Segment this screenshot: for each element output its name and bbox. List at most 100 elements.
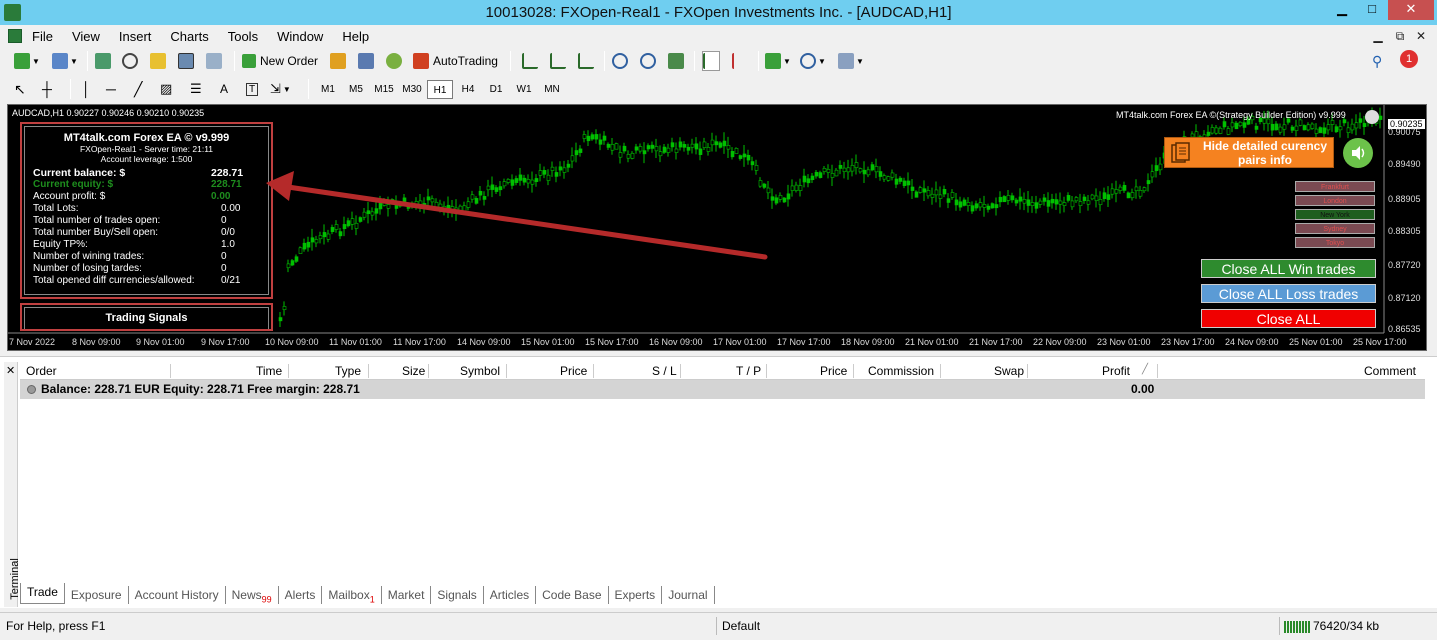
tab-alerts[interactable]: Alerts [279,586,323,604]
metaeditor-button[interactable] [330,51,346,71]
col-comment[interactable]: Comment [1364,364,1416,378]
fibonacci-icon: ☰ [190,81,202,96]
tab-market[interactable]: Market [382,586,432,604]
tab-trade[interactable]: Trade [20,583,65,604]
profiles-button[interactable]: ▼ [52,51,78,71]
tab-signals[interactable]: Signals [431,586,484,604]
periods-button[interactable]: ▼ [800,51,826,71]
chart-shift-button[interactable] [702,51,720,71]
col-swap[interactable]: Swap [994,364,1024,378]
minimize-button[interactable]: ▁ [1328,0,1356,20]
autoscroll-button[interactable] [732,51,748,71]
tab-label: Signals [437,588,477,602]
tf-w1[interactable]: W1 [511,80,537,99]
col-commission[interactable]: Commission [868,364,934,378]
mdi-restore-button[interactable]: ⧉ [1392,29,1408,43]
tile-windows-button[interactable] [668,51,684,71]
search-button[interactable]: ⚲ [1372,51,1382,71]
horizontal-line-button[interactable]: ─ [106,79,116,99]
col-close-price[interactable]: Price [820,364,847,378]
templates-button[interactable]: ▼ [838,51,864,71]
tf-m30[interactable]: M30 [399,80,425,99]
price-label: 0.89490 [1388,159,1421,169]
terminal-close-icon[interactable]: ✕ [6,364,15,377]
data-window-button[interactable] [122,51,138,71]
tab-journal[interactable]: Journal [662,586,715,604]
tab-articles[interactable]: Articles [484,586,537,604]
vertical-line-icon: │ [82,81,91,97]
time-label: 17 Nov 17:00 [777,337,831,347]
time-label: 25 Nov 01:00 [1289,337,1343,347]
mdi-close-button[interactable]: ✕ [1413,29,1429,43]
tab-mailbox[interactable]: Mailbox1 [322,586,382,604]
document-icon[interactable] [8,29,22,43]
tab-code-base[interactable]: Code Base [536,586,609,604]
navigator-button[interactable] [150,51,166,71]
shapes-button[interactable]: ⇲ ▼ [270,79,291,99]
col-type[interactable]: Type [335,364,361,378]
menu-window[interactable]: Window [277,29,323,44]
col-symbol[interactable]: Symbol [460,364,500,378]
text-label-button[interactable]: T [246,79,259,99]
tester-button[interactable] [206,51,222,71]
tab-account-history[interactable]: Account History [129,586,226,604]
col-sl[interactable]: S / L [652,364,677,378]
tab-exposure[interactable]: Exposure [65,586,129,604]
notifications-button[interactable]: 1 [1400,49,1418,69]
tf-d1[interactable]: D1 [483,80,509,99]
tf-m1[interactable]: M1 [315,80,341,99]
sound-toggle-button[interactable] [1343,138,1373,168]
zoom-in-button[interactable] [612,51,628,71]
tab-news[interactable]: News99 [226,586,279,604]
autotrading-button[interactable]: AutoTrading [413,51,498,71]
crosshair-button[interactable]: ┼ [42,79,52,99]
tf-mn[interactable]: MN [539,80,565,99]
menu-view[interactable]: View [72,29,100,44]
tf-h1[interactable]: H1 [427,80,453,99]
hide-info-button[interactable]: Hide detailed curency pairs info [1164,137,1334,168]
fibonacci-button[interactable]: ☰ [190,79,202,99]
col-profit[interactable]: Profit [1102,364,1130,378]
tf-h4[interactable]: H4 [455,80,481,99]
menu-help[interactable]: Help [342,29,369,44]
market-watch-button[interactable] [95,51,111,71]
col-order[interactable]: Order [26,364,57,378]
market-button[interactable] [386,51,402,71]
bar-chart-button[interactable] [522,51,538,71]
tf-m15[interactable]: M15 [371,80,397,99]
signals-button[interactable] [358,51,374,71]
cursor-button[interactable]: ↖ [14,79,26,99]
new-chart-button[interactable]: ▼ [14,51,40,71]
indicators-button[interactable]: ▼ [765,51,791,71]
balance-row[interactable]: Balance: 228.71 EUR Equity: 228.71 Free … [20,380,1425,399]
tf-m5[interactable]: M5 [343,80,369,99]
close-button[interactable]: ✕ [1388,0,1434,20]
zoom-out-button[interactable] [640,51,656,71]
menu-insert[interactable]: Insert [119,29,152,44]
close-loss-trades-button[interactable]: Close ALL Loss trades [1201,284,1376,303]
close-all-button[interactable]: Close ALL [1201,309,1376,328]
col-time[interactable]: Time [256,364,282,378]
menu-charts[interactable]: Charts [170,29,208,44]
col-tp[interactable]: T / P [736,364,761,378]
terminal-button[interactable] [178,51,194,71]
candlestick-button[interactable] [550,51,566,71]
close-win-trades-button[interactable]: Close ALL Win trades [1201,259,1376,278]
col-price[interactable]: Price [560,364,587,378]
col-size[interactable]: Size [402,364,425,378]
channel-button[interactable]: ▨ [160,79,172,99]
text-button[interactable]: A [220,79,228,99]
maximize-button[interactable]: □ [1358,0,1386,20]
menu-tools[interactable]: Tools [228,29,258,44]
time-label: 18 Nov 09:00 [841,337,895,347]
price-chart[interactable]: AUDCAD,H1 0.90227 0.90246 0.90210 0.9023… [7,104,1427,351]
menu-file[interactable]: File [32,29,53,44]
mdi-minimize-button[interactable]: ▁ [1370,29,1386,43]
time-label: 21 Nov 17:00 [969,337,1023,347]
tab-experts[interactable]: Experts [609,586,663,604]
price-label: 0.87720 [1388,260,1421,270]
trendline-button[interactable]: ╱ [134,79,142,99]
vertical-line-button[interactable]: │ [82,79,91,99]
new-order-button[interactable]: New Order [242,51,318,71]
line-chart-button[interactable] [578,51,594,71]
